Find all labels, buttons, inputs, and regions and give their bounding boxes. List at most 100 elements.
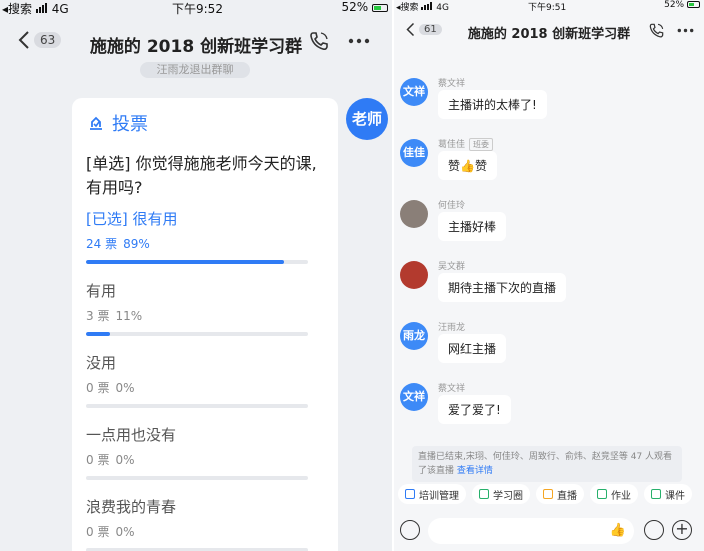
- signal-icon: [35, 2, 48, 16]
- avatar[interactable]: 佳佳: [400, 139, 428, 167]
- sender-name: 何佳玲: [438, 201, 466, 211]
- system-notice: 汪雨龙退出群聊: [140, 62, 250, 78]
- status-bar: ◂搜索 4G 下午9:51 52%: [394, 0, 704, 14]
- quick-action-icon: [651, 489, 661, 499]
- quick-action-icon: [543, 489, 553, 499]
- message-bubble[interactable]: 主播讲的太棒了!: [438, 90, 547, 119]
- poll-option-percent: 11%: [115, 309, 143, 323]
- sender-name: 蔡文祥: [438, 384, 466, 394]
- thumbs-up-icon[interactable]: 👍: [610, 523, 626, 538]
- right-screenshot: ◂搜索 4G 下午9:51 52% 61 施施的 2018 创新班学习群 文祥蔡…: [394, 0, 704, 551]
- chat-message: 何佳玲 主播好棒: [400, 198, 690, 248]
- quick-action-icon: [479, 489, 489, 499]
- poll-option[interactable]: 有用 3 票 11%: [86, 280, 308, 336]
- quick-action-bar: 培训管理 学习圈 直播 作业 课件: [398, 484, 704, 506]
- battery-percent: 52%: [341, 0, 369, 14]
- quick-action-label: 学习圈: [493, 490, 523, 502]
- poll-option-votes: 0 票: [86, 453, 110, 467]
- network-label: 4G: [436, 3, 449, 13]
- avatar[interactable]: 文祥: [400, 383, 428, 411]
- battery-icon: [372, 3, 388, 12]
- poll-header: 投票: [88, 110, 148, 136]
- quick-action-label: 培训管理: [419, 490, 459, 502]
- poll-option-label: 有用: [86, 282, 117, 300]
- voice-input-icon[interactable]: [400, 520, 420, 540]
- message-bubble[interactable]: 期待主播下次的直播: [438, 273, 567, 302]
- poll-option-label: 没用: [86, 354, 117, 372]
- poll-icon: [90, 116, 102, 130]
- quick-action-label: 直播: [557, 490, 577, 502]
- quick-action-chip[interactable]: 课件: [644, 484, 692, 504]
- message-bubble[interactable]: 网红主播: [438, 334, 507, 363]
- status-time: 下午9:52: [172, 2, 223, 16]
- nav-bar: 61 施施的 2018 创新班学习群: [394, 16, 704, 46]
- poll-option-votes: 3 票: [86, 309, 110, 323]
- poll-option-label: 一点用也没有: [86, 426, 177, 444]
- poll-option-percent: 89%: [123, 237, 150, 251]
- poll-option-label: [已选] 很有用: [86, 210, 178, 228]
- battery-icon: [687, 1, 700, 8]
- avatar[interactable]: [400, 261, 428, 289]
- poll-progress-track: [86, 260, 308, 264]
- input-bar: 👍 +: [394, 512, 704, 551]
- nav-bar: 63 施施的 2018 创新班学习群: [0, 22, 392, 62]
- live-ended-notice: 直播已结束,宋珝、何佳玲、周致行、俞炜、赵竞坚等 47 人观看了该直播 查看详情: [412, 446, 682, 482]
- quick-action-icon: [405, 489, 415, 499]
- avatar[interactable]: 文祥: [400, 78, 428, 106]
- quick-action-chip[interactable]: 学习圈: [472, 484, 530, 504]
- status-bar: ◂搜索 4G 下午9:52 52%: [0, 0, 392, 16]
- role-badge: 班委: [469, 138, 494, 151]
- poll-option[interactable]: 一点用也没有 0 票 0%: [86, 424, 308, 480]
- poll-option-votes: 0 票: [86, 381, 110, 395]
- poll-option[interactable]: 浪费我的青春 0 票 0%: [86, 496, 308, 551]
- more-options-icon[interactable]: [348, 38, 370, 44]
- poll-progress-bar: [86, 332, 111, 336]
- poll-progress-track: [86, 404, 308, 408]
- poll-header-label: 投票: [112, 114, 148, 135]
- avatar[interactable]: [400, 200, 428, 228]
- poll-option[interactable]: 没用 0 票 0%: [86, 352, 308, 408]
- poll-question: [单选] 你觉得施施老师今天的课,有用吗?: [86, 154, 317, 197]
- emoji-icon[interactable]: [644, 520, 664, 540]
- sender-name: 葛佳佳: [438, 140, 466, 150]
- view-details-link[interactable]: 查看详情: [457, 466, 493, 476]
- phone-call-icon[interactable]: [648, 22, 665, 39]
- quick-action-label: 作业: [611, 490, 631, 502]
- quick-action-chip[interactable]: 培训管理: [398, 484, 466, 504]
- poll-option-votes: 24 票: [86, 237, 118, 251]
- poll-card[interactable]: 投票 [单选] 你觉得施施老师今天的课,有用吗? [已选] 很有用 24 票 89%…: [72, 98, 338, 551]
- teacher-avatar[interactable]: 老师: [346, 98, 388, 140]
- message-input[interactable]: 👍: [428, 518, 634, 544]
- chat-message: 佳佳 葛佳佳 班委 赞👍赞: [400, 137, 690, 187]
- chat-message: 吴文群 期待主播下次的直播: [400, 259, 690, 309]
- message-bubble[interactable]: 主播好棒: [438, 212, 507, 241]
- poll-progress-bar: [86, 260, 284, 264]
- poll-option-percent: 0%: [115, 525, 135, 539]
- avatar[interactable]: 雨龙: [400, 322, 428, 350]
- chat-message: 文祥 蔡文祥 爱了爱了!: [400, 381, 690, 431]
- plus-icon[interactable]: +: [672, 520, 692, 540]
- more-options-icon[interactable]: [677, 28, 694, 33]
- battery-percent: 52%: [664, 0, 685, 10]
- poll-progress-track: [86, 476, 308, 480]
- chat-message: 雨龙 汪雨龙 网红主播: [400, 320, 690, 370]
- chat-message: 文祥 蔡文祥 主播讲的太棒了!: [400, 76, 690, 126]
- quick-action-label: 课件: [665, 490, 685, 502]
- quick-action-chip[interactable]: 直播: [536, 484, 584, 504]
- phone-call-icon[interactable]: [308, 30, 330, 52]
- message-bubble[interactable]: 赞👍赞: [438, 151, 497, 180]
- message-bubble[interactable]: 爱了爱了!: [438, 395, 511, 424]
- carrier-label: 搜索: [400, 3, 419, 13]
- quick-action-icon: [597, 489, 607, 499]
- sender-name: 吴文群: [438, 262, 466, 272]
- sender-name: 汪雨龙: [438, 323, 466, 333]
- poll-option-percent: 0%: [115, 453, 135, 467]
- poll-option[interactable]: [已选] 很有用 24 票 89%: [86, 208, 308, 264]
- status-time: 下午9:51: [528, 3, 567, 13]
- signal-icon: [421, 2, 433, 13]
- poll-option-label: 浪费我的青春: [86, 498, 177, 516]
- quick-action-chip[interactable]: 作业: [590, 484, 638, 504]
- poll-option-percent: 0%: [115, 381, 135, 395]
- poll-progress-track: [86, 332, 308, 336]
- carrier-label: 搜索: [8, 2, 33, 16]
